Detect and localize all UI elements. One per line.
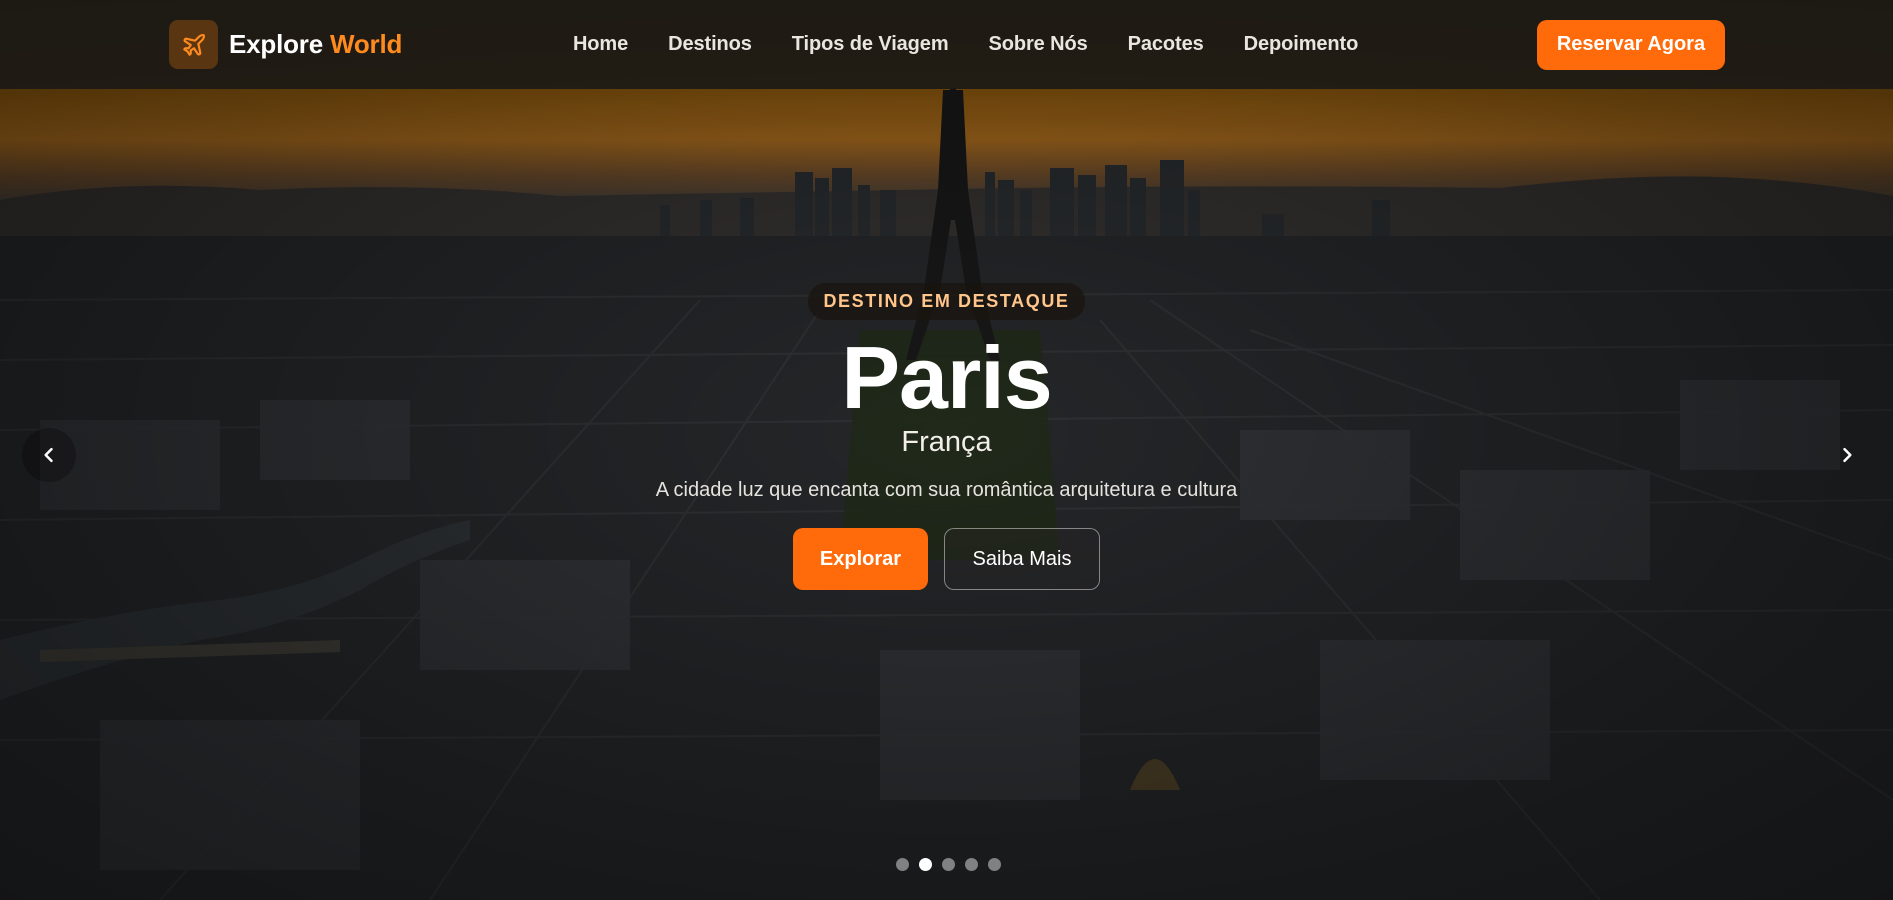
carousel-dot[interactable] — [896, 858, 909, 871]
carousel-prev-button[interactable] — [22, 428, 76, 482]
brand-logo[interactable]: Explore World — [169, 20, 402, 69]
carousel-indicators — [896, 858, 1001, 871]
brand-name: Explore World — [229, 29, 402, 60]
brand-name-accent: World — [330, 29, 403, 59]
carousel-dot[interactable] — [919, 858, 932, 871]
nav-link-depoimento[interactable]: Depoimento — [1244, 33, 1359, 56]
chevron-left-icon — [44, 447, 53, 463]
explore-button[interactable]: Explorar — [793, 528, 928, 590]
hero-actions: Explorar Saiba Mais — [793, 528, 1100, 590]
destination-title: Paris — [841, 328, 1052, 427]
nav-link-tipos-de-viagem[interactable]: Tipos de Viagem — [792, 33, 949, 56]
main-nav: Home Destinos Tipos de Viagem Sobre Nós … — [573, 33, 1358, 56]
carousel-dot[interactable] — [988, 858, 1001, 871]
carousel-next-button[interactable] — [1820, 428, 1874, 482]
nav-link-home[interactable]: Home — [573, 33, 628, 56]
reserve-now-button[interactable]: Reservar Agora — [1536, 19, 1725, 70]
carousel-dot[interactable] — [965, 858, 978, 871]
chevron-right-icon — [1843, 447, 1852, 463]
nav-link-pacotes[interactable]: Pacotes — [1128, 33, 1204, 56]
brand-name-primary: Explore — [229, 29, 323, 59]
nav-link-destinos[interactable]: Destinos — [668, 33, 752, 56]
destination-tagline: A cidade luz que encanta com sua românti… — [655, 479, 1238, 501]
navbar: Explore World Home Destinos Tipos de Via… — [0, 0, 1893, 89]
hero-slide-content: DESTINO EM DESTAQUE Paris França A cidad… — [0, 283, 1893, 590]
destination-country: França — [901, 426, 992, 458]
nav-link-sobre-nos[interactable]: Sobre Nós — [989, 33, 1088, 56]
featured-badge: DESTINO EM DESTAQUE — [808, 283, 1085, 320]
carousel-dot[interactable] — [942, 858, 955, 871]
learn-more-button[interactable]: Saiba Mais — [944, 528, 1100, 590]
airplane-icon — [169, 20, 218, 69]
